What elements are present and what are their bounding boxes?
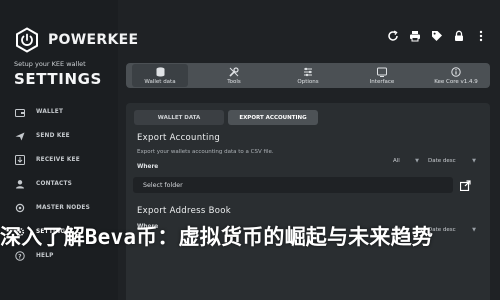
brand: POWERKEE bbox=[14, 26, 138, 54]
sidebar-item-label: MASTER NODES bbox=[36, 205, 90, 211]
toolbar-label: Tools bbox=[227, 78, 241, 85]
sidebar-item-label: RECEIVE KEE bbox=[36, 157, 80, 163]
export-address-book-title: Export Address Book bbox=[137, 206, 231, 216]
master-nodes-icon bbox=[14, 202, 26, 214]
sidebar-item-master-nodes[interactable]: MASTER NODES bbox=[0, 196, 118, 220]
setup-subtitle: Setup your KEE wallet bbox=[14, 60, 86, 68]
toolbar-wallet-data[interactable]: Wallet data bbox=[132, 64, 188, 87]
export-accounting-title: Export Accounting bbox=[137, 133, 221, 143]
print-icon[interactable] bbox=[408, 29, 422, 43]
sidebar-item-receive-kee[interactable]: RECEIVE KEE bbox=[0, 148, 118, 172]
brand-name: POWERKEE bbox=[48, 32, 139, 48]
lock-icon[interactable] bbox=[452, 29, 466, 43]
svg-text:?: ? bbox=[18, 253, 22, 260]
export-accounting-where-label: Where bbox=[137, 164, 159, 170]
sidebar-item-wallet[interactable]: WALLET bbox=[0, 100, 118, 124]
sidebar-item-label: WALLET bbox=[36, 109, 64, 115]
sidebar-item-contacts[interactable]: CONTACTS bbox=[0, 172, 118, 196]
options-icon bbox=[303, 67, 313, 77]
toolbar-tools[interactable]: Tools bbox=[206, 64, 262, 87]
refresh-icon[interactable] bbox=[386, 29, 400, 43]
chevron-down-icon: ▼ bbox=[472, 157, 476, 164]
sidebar-item-label: HELP bbox=[36, 253, 54, 259]
settings-panel: WALLET DATA EXPORT ACCOUNTING Export Acc… bbox=[126, 103, 490, 300]
export-accounting-folder-field[interactable]: Select folder bbox=[133, 177, 453, 193]
toolbar-about[interactable]: Kee Core v1.4.9 bbox=[428, 64, 484, 87]
sidebar: POWERKEE Setup your KEE wallet SETTINGS … bbox=[0, 0, 138, 300]
overlay-caption: 深入了解Beva币：虚拟货币的崛起与未来趋势 bbox=[0, 225, 433, 249]
database-icon bbox=[156, 66, 165, 77]
sidebar-item-send-kee[interactable]: SEND KEE bbox=[0, 124, 118, 148]
toolbar-label: Wallet data bbox=[144, 78, 176, 85]
folder-field-value: Select folder bbox=[143, 181, 183, 189]
export-accounting-sort-select[interactable]: Date desc ▼ bbox=[428, 155, 476, 166]
tab-export-accounting[interactable]: EXPORT ACCOUNTING bbox=[228, 110, 318, 125]
export-accounting-filter-select[interactable]: All ▼ bbox=[393, 155, 419, 166]
toolbar-label: Options bbox=[297, 78, 319, 85]
contacts-icon bbox=[14, 178, 26, 190]
toolbar-options[interactable]: Options bbox=[280, 64, 336, 87]
chevron-down-icon: ▼ bbox=[415, 157, 419, 164]
sidebar-item-label: SEND KEE bbox=[36, 133, 70, 139]
interface-icon bbox=[377, 67, 387, 77]
settings-toolbar: Wallet data Tools Options Interface Kee … bbox=[126, 63, 490, 88]
export-icon[interactable] bbox=[459, 179, 471, 191]
section-title: SETTINGS bbox=[14, 70, 102, 88]
filter-value: All bbox=[393, 157, 400, 164]
toolbar-label: Kee Core v1.4.9 bbox=[434, 78, 478, 85]
wallet-icon bbox=[14, 106, 26, 118]
sort-value: Date desc bbox=[428, 157, 456, 164]
toolbar-interface[interactable]: Interface bbox=[354, 64, 410, 87]
menu-icon[interactable] bbox=[474, 29, 488, 43]
panel-tabs: WALLET DATA EXPORT ACCOUNTING bbox=[134, 110, 318, 125]
window-controls bbox=[386, 29, 488, 43]
info-icon bbox=[451, 66, 461, 77]
tag-icon[interactable] bbox=[430, 29, 444, 43]
sidebar-item-label: CONTACTS bbox=[36, 181, 73, 187]
tab-wallet-data[interactable]: WALLET DATA bbox=[134, 110, 224, 125]
receive-icon bbox=[14, 154, 26, 166]
power-logo-icon bbox=[14, 27, 40, 53]
send-icon bbox=[14, 130, 26, 142]
tools-icon bbox=[229, 66, 239, 77]
export-accounting-description: Export your wallets accounting data to a… bbox=[137, 149, 274, 155]
help-icon: ? bbox=[14, 250, 26, 262]
toolbar-label: Interface bbox=[369, 78, 395, 85]
